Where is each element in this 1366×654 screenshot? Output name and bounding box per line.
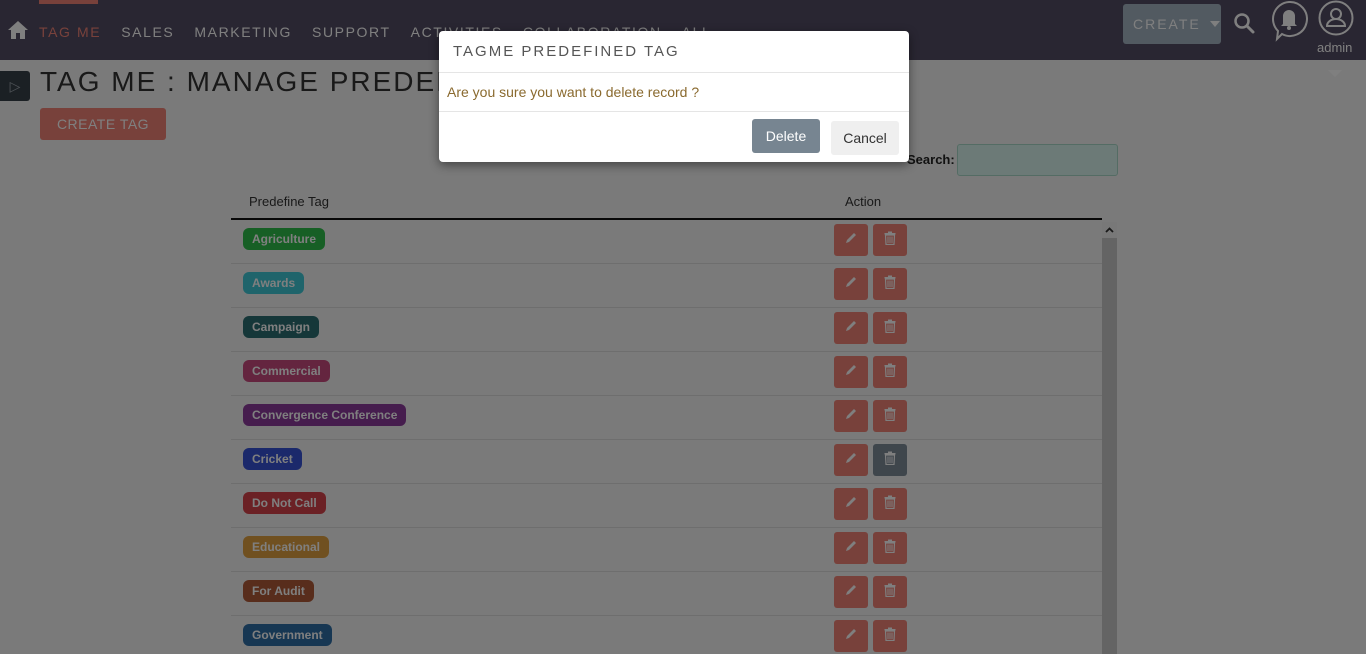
cancel-button[interactable]: Cancel [831, 121, 899, 155]
dialog-title: TAGME PREDEFINED TAG [439, 31, 909, 73]
delete-confirm-dialog: TAGME PREDEFINED TAG Are you sure you wa… [439, 31, 909, 162]
dialog-message: Are you sure you want to delete record ? [439, 73, 909, 112]
dialog-footer: Delete Cancel [439, 112, 909, 162]
confirm-delete-button[interactable]: Delete [752, 119, 820, 153]
